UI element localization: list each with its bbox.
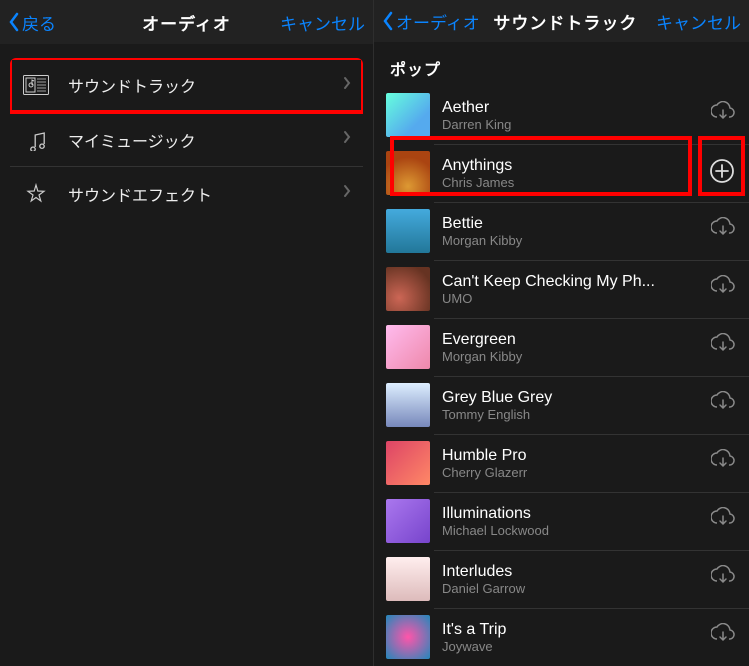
download-track-button[interactable]: [711, 275, 735, 304]
track-artist: Daniel Garrow: [442, 581, 699, 596]
cancel-button[interactable]: キャンセル: [275, 10, 365, 35]
track-row[interactable]: Humble ProCherry Glazerr: [374, 434, 749, 492]
download-track-button[interactable]: [711, 217, 735, 246]
track-meta: AnythingsChris James: [442, 157, 697, 190]
download-track-button[interactable]: [711, 333, 735, 362]
album-art: [386, 383, 430, 427]
track-row[interactable]: AnythingsChris James: [374, 144, 749, 202]
download-track-button[interactable]: [711, 449, 735, 478]
download-track-button[interactable]: [711, 391, 735, 420]
page-title: サウンドトラック: [480, 9, 651, 34]
page-title: オーディオ: [98, 10, 275, 35]
chevron-left-icon: [382, 11, 394, 31]
category-list: サウンドトラック マイミュージック サウンドエフェクト: [10, 58, 363, 220]
sound-effect-icon: [22, 180, 50, 208]
track-title: Grey Blue Grey: [442, 389, 699, 407]
track-title: It's a Trip: [442, 621, 699, 639]
track-artist: Michael Lockwood: [442, 523, 699, 538]
track-title: Evergreen: [442, 331, 699, 349]
track-row[interactable]: AetherDarren King: [374, 86, 749, 144]
album-art: [386, 325, 430, 369]
track-meta: BettieMorgan Kibby: [442, 215, 699, 248]
track-artist: Joywave: [442, 639, 699, 654]
cloud-download-icon: [711, 333, 735, 357]
cloud-download-icon: [711, 565, 735, 589]
cloud-download-icon: [711, 391, 735, 415]
chevron-right-icon: [343, 130, 351, 149]
album-art: [386, 499, 430, 543]
add-track-button[interactable]: [709, 158, 735, 189]
track-meta: Grey Blue GreyTommy English: [442, 389, 699, 422]
cloud-download-icon: [711, 507, 735, 531]
track-artist: Tommy English: [442, 407, 699, 422]
track-title: Can't Keep Checking My Ph...: [442, 273, 699, 291]
track-title: Illuminations: [442, 505, 699, 523]
track-row[interactable]: EvergreenMorgan Kibby: [374, 318, 749, 376]
track-meta: Humble ProCherry Glazerr: [442, 447, 699, 480]
track-artist: Morgan Kibby: [442, 233, 699, 248]
track-artist: Cherry Glazerr: [442, 465, 699, 480]
chevron-right-icon: [343, 76, 351, 95]
section-header-pop: ポップ: [374, 42, 749, 86]
soundtrack-panel: オーディオ サウンドトラック キャンセル ポップ AetherDarren Ki…: [374, 0, 749, 666]
navbar-right: オーディオ サウンドトラック キャンセル: [374, 0, 749, 42]
track-row[interactable]: It's a TripJoywave: [374, 608, 749, 666]
download-track-button[interactable]: [711, 507, 735, 536]
list-item-label: サウンドトラック: [68, 73, 196, 97]
track-meta: Can't Keep Checking My Ph...UMO: [442, 273, 699, 306]
plus-circle-icon: [709, 158, 735, 184]
track-title: Humble Pro: [442, 447, 699, 465]
cloud-download-icon: [711, 101, 735, 125]
track-meta: InterludesDaniel Garrow: [442, 563, 699, 596]
track-meta: IlluminationsMichael Lockwood: [442, 505, 699, 538]
back-button[interactable]: オーディオ: [382, 9, 480, 34]
album-art: [386, 267, 430, 311]
track-artist: Chris James: [442, 175, 697, 190]
track-row[interactable]: InterludesDaniel Garrow: [374, 550, 749, 608]
track-title: Aether: [442, 99, 699, 117]
track-meta: EvergreenMorgan Kibby: [442, 331, 699, 364]
audio-categories-panel: 戻る オーディオ キャンセル サウンドトラック マイミュージック: [0, 0, 374, 666]
track-title: Interludes: [442, 563, 699, 581]
track-list: AetherDarren King AnythingsChris James Bet…: [374, 86, 749, 666]
track-meta: It's a TripJoywave: [442, 621, 699, 654]
track-title: Anythings: [442, 157, 697, 175]
cloud-download-icon: [711, 275, 735, 299]
download-track-button[interactable]: [711, 623, 735, 652]
list-item-label: サウンドエフェクト: [68, 182, 212, 206]
cloud-download-icon: [711, 217, 735, 241]
list-item-soundeffect[interactable]: サウンドエフェクト: [10, 166, 363, 220]
track-row[interactable]: Can't Keep Checking My Ph...UMO: [374, 260, 749, 318]
track-artist: UMO: [442, 291, 699, 306]
list-item-label: マイミュージック: [68, 128, 196, 152]
track-artist: Darren King: [442, 117, 699, 132]
back-label: 戻る: [22, 10, 56, 35]
track-row[interactable]: IlluminationsMichael Lockwood: [374, 492, 749, 550]
album-art: [386, 615, 430, 659]
cloud-download-icon: [711, 449, 735, 473]
track-row[interactable]: BettieMorgan Kibby: [374, 202, 749, 260]
download-track-button[interactable]: [711, 101, 735, 130]
album-art: [386, 557, 430, 601]
album-art: [386, 151, 430, 195]
track-artist: Morgan Kibby: [442, 349, 699, 364]
chevron-right-icon: [343, 184, 351, 203]
back-button[interactable]: 戻る: [8, 10, 98, 35]
music-note-icon: [22, 126, 50, 154]
cloud-download-icon: [711, 623, 735, 647]
back-label: オーディオ: [396, 9, 480, 34]
track-title: Bettie: [442, 215, 699, 233]
track-row[interactable]: Grey Blue GreyTommy English: [374, 376, 749, 434]
list-item-soundtrack[interactable]: サウンドトラック: [10, 58, 363, 112]
album-art: [386, 209, 430, 253]
album-art: [386, 441, 430, 485]
cancel-button[interactable]: キャンセル: [651, 9, 741, 34]
download-track-button[interactable]: [711, 565, 735, 594]
navbar-left: 戻る オーディオ キャンセル: [0, 0, 373, 44]
chevron-left-icon: [8, 12, 20, 32]
album-art: [386, 93, 430, 137]
track-meta: AetherDarren King: [442, 99, 699, 132]
list-item-mymusic[interactable]: マイミュージック: [10, 112, 363, 166]
soundtrack-icon: [22, 71, 50, 99]
